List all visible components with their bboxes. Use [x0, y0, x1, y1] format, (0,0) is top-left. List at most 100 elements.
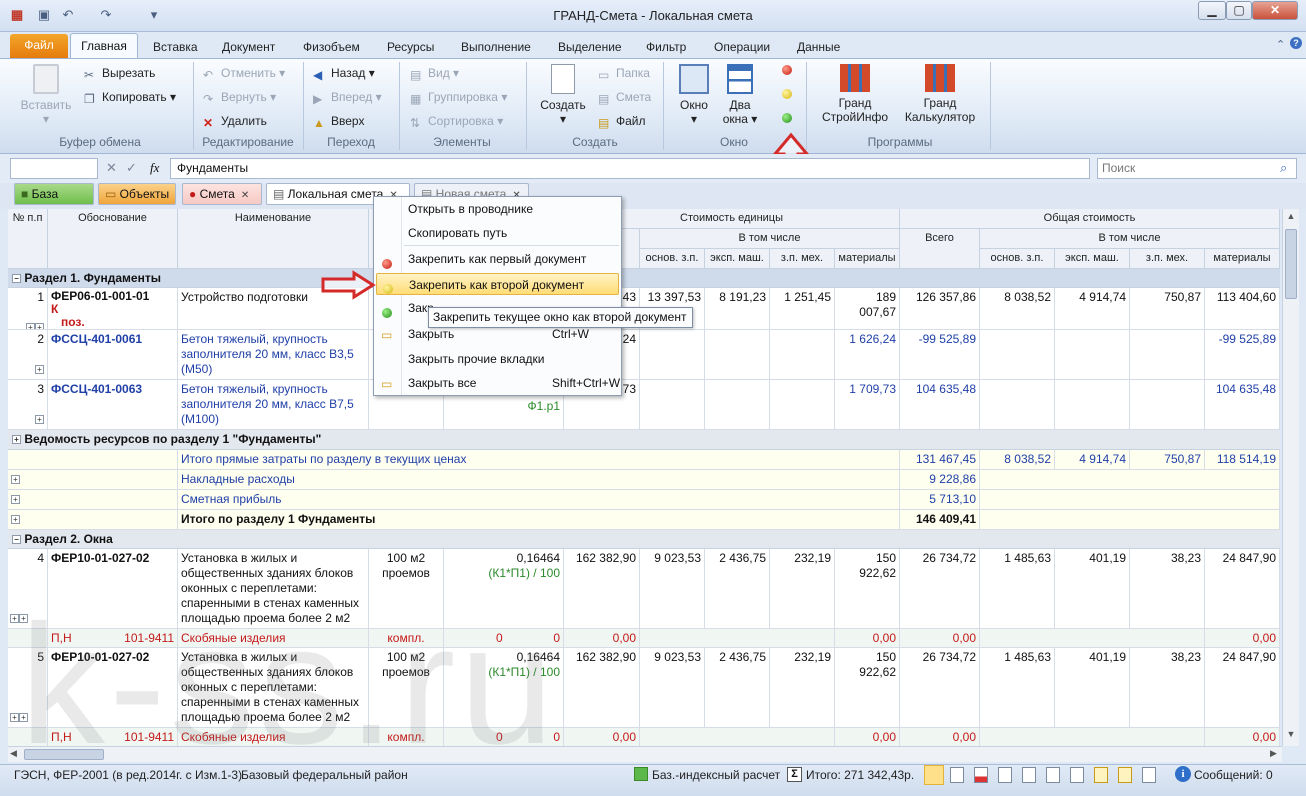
status-messages[interactable]: Сообщений: 0: [1194, 768, 1273, 782]
tab-file[interactable]: Файл: [10, 34, 68, 58]
view-mode-8-icon[interactable]: [1094, 767, 1108, 783]
view-mode-5-icon[interactable]: [1022, 767, 1036, 783]
menu-item-pin-second[interactable]: Закрепить как второй документ: [376, 273, 619, 295]
ribbon-collapse-icon[interactable]: ⌃: [1276, 38, 1285, 51]
formula-input[interactable]: Фундаменты: [170, 158, 1090, 179]
doc-tab-base[interactable]: ■ База: [14, 183, 94, 205]
vertical-scrollbar[interactable]: ▲ ▼: [1282, 209, 1299, 746]
view-mode-3-icon[interactable]: [974, 767, 988, 783]
minimize-button[interactable]: ▁: [1198, 1, 1226, 20]
expand-icon[interactable]: +: [11, 495, 20, 505]
window-button[interactable]: Окно ▾: [672, 64, 716, 126]
back-button[interactable]: ◀ Назад ▾: [313, 63, 375, 83]
tab-document[interactable]: Документ: [214, 37, 283, 58]
menu-item-copy-path[interactable]: Скопировать путь: [374, 222, 621, 244]
view-mode-9-icon[interactable]: [1118, 767, 1132, 783]
collapse-icon[interactable]: −: [12, 535, 21, 545]
search-input[interactable]: Поиск: [1097, 158, 1297, 179]
tab-execution[interactable]: Выполнение: [453, 37, 539, 58]
view-mode-1-icon[interactable]: [924, 765, 944, 785]
tab-selection[interactable]: Выделение: [550, 37, 630, 58]
tab-insert[interactable]: Вставка: [145, 37, 206, 58]
close-tab-icon[interactable]: ✕: [241, 190, 249, 201]
view-mode-6-icon[interactable]: [1046, 767, 1060, 783]
paste-button[interactable]: Вставить ▾: [18, 64, 74, 126]
help-icon[interactable]: ?: [1290, 37, 1302, 49]
summary-row[interactable]: + Итого по разделу 1 Фундаменты 146 409,…: [8, 510, 1280, 530]
expand-icon[interactable]: +: [11, 515, 20, 525]
view-button[interactable]: ▤ Вид ▾: [410, 63, 459, 83]
status-total[interactable]: Итого: 271 342,43р.: [806, 768, 914, 782]
section-row[interactable]: + Ведомость ресурсов по разделу 1 "Фунда…: [8, 430, 1280, 450]
view-mode-10-icon[interactable]: [1142, 767, 1156, 783]
redo-button[interactable]: ↷ Вернуть ▾: [203, 87, 276, 107]
sort-button[interactable]: ⇅ Сортировка ▾: [410, 111, 503, 131]
menu-item-pin-first[interactable]: Закрепить как первый документ: [374, 248, 621, 270]
expand-icon[interactable]: +: [35, 323, 44, 329]
search-icon[interactable]: ⌕: [1280, 160, 1287, 176]
view-mode-7-icon[interactable]: [1070, 767, 1084, 783]
tab-filter[interactable]: Фильтр: [638, 37, 694, 58]
status-norms[interactable]: ГЭСН, ФЕР-2001 (в ред.2014г. с Изм.1-3): [14, 768, 242, 782]
up-button[interactable]: ▲ Вверх: [313, 111, 364, 131]
menu-item-close-others[interactable]: Закрыть прочие вкладки: [374, 348, 621, 370]
copy-button[interactable]: ❐ Копировать ▾: [84, 87, 176, 107]
delete-button[interactable]: ✕ Удалить: [203, 111, 267, 131]
section-row[interactable]: − Раздел 1. Фундаменты: [8, 269, 1280, 288]
tab-resources[interactable]: Ресурсы: [379, 37, 442, 58]
maximize-button[interactable]: ▢: [1226, 1, 1252, 20]
scroll-right-icon[interactable]: ▶: [1270, 748, 1277, 759]
menu-item-close-all[interactable]: ▭ Закрыть все Shift+Ctrl+W: [374, 372, 621, 394]
tab-home[interactable]: Главная: [70, 33, 138, 59]
scroll-up-icon[interactable]: ▲: [1285, 211, 1297, 223]
expand-icon[interactable]: +: [35, 365, 44, 375]
expand-icon[interactable]: +: [10, 614, 19, 624]
pin-green-button[interactable]: [782, 112, 792, 126]
new-file-button[interactable]: ▤ Файл: [598, 111, 646, 131]
cut-button[interactable]: ✂ Вырезать: [84, 63, 155, 83]
expand-icon[interactable]: +: [12, 435, 21, 445]
tab-physvolume[interactable]: Физобъем: [295, 37, 368, 58]
expand-icon[interactable]: +: [10, 713, 19, 723]
summary-row[interactable]: Итого прямые затраты по разделу в текущи…: [8, 450, 1280, 470]
summary-osn: 8 038,52: [980, 450, 1055, 470]
group-button[interactable]: ▦ Группировка ▾: [410, 87, 507, 107]
expand-icon[interactable]: +: [11, 475, 20, 485]
doc-tab-objects[interactable]: ▭ Объекты: [98, 183, 176, 205]
summary-row[interactable]: + Сметная прибыль 5 713,10: [8, 490, 1280, 510]
expand-icon[interactable]: +: [35, 415, 44, 425]
summary-row[interactable]: + Накладные расходы 9 228,86: [8, 470, 1280, 490]
status-calc-mode[interactable]: Баз.-индексный расчет: [652, 768, 780, 782]
create-button[interactable]: Создать ▾: [535, 64, 591, 126]
view-mode-2-icon[interactable]: [950, 767, 964, 783]
collapse-icon[interactable]: −: [12, 274, 21, 284]
new-folder-button[interactable]: ▭ Папка: [598, 63, 650, 83]
cell-address-box[interactable]: [10, 158, 98, 179]
scroll-down-icon[interactable]: ▼: [1285, 729, 1297, 741]
cancel-edit-icon[interactable]: ✕: [106, 160, 117, 176]
pin-yellow-button[interactable]: [782, 88, 792, 102]
section-row[interactable]: − Раздел 2. Окна: [8, 530, 1280, 549]
scroll-left-icon[interactable]: ◀: [10, 748, 17, 759]
view-mode-4-icon[interactable]: [998, 767, 1012, 783]
vertical-scroll-thumb[interactable]: [1285, 229, 1297, 299]
status-region[interactable]: Базовый федеральный район: [241, 768, 408, 782]
pin-red-button[interactable]: [782, 64, 792, 78]
doc-tab-smeta[interactable]: ● Смета ✕: [182, 183, 262, 205]
menu-item-open-explorer[interactable]: Открыть в проводнике: [374, 198, 621, 220]
close-window-button[interactable]: ✕: [1252, 1, 1298, 20]
row-basis: ФССЦ-401-0063: [48, 380, 178, 430]
new-estimate-button[interactable]: ▤ Смета: [598, 87, 651, 107]
table-row[interactable]: 2 + ФССЦ-401-0061 Бетон тяжелый, крупност…: [8, 330, 1280, 380]
tab-data[interactable]: Данные: [789, 37, 848, 58]
table-row[interactable]: 3 + ФССЦ-401-0063 Бетон тяжелый, крупност…: [8, 380, 1280, 430]
undo-button[interactable]: ↶ Отменить ▾: [203, 63, 285, 83]
grand-stroyinfo-button[interactable]: Гранд СтройИнфо: [818, 64, 892, 124]
function-icon[interactable]: fx: [150, 160, 159, 176]
forward-button[interactable]: ▶ Вперед ▾: [313, 87, 382, 107]
expand-icon[interactable]: +: [26, 323, 35, 329]
two-windows-button[interactable]: Два окна ▾: [720, 64, 760, 126]
tab-operations[interactable]: Операции: [706, 37, 778, 58]
accept-edit-icon[interactable]: ✓: [126, 160, 137, 176]
grand-calculator-button[interactable]: Гранд Калькулятор: [900, 64, 980, 124]
